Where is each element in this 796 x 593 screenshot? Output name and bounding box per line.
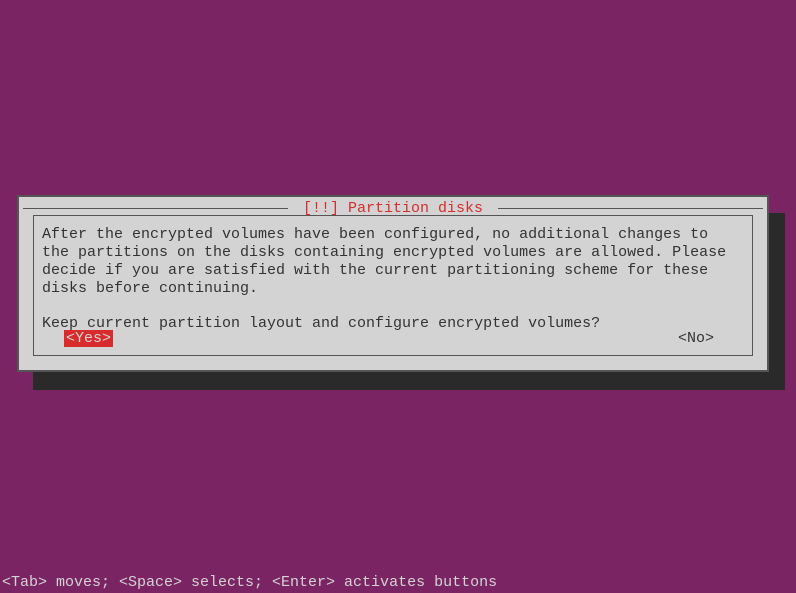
dialog-window: [!!] Partition disks After the encrypted… (17, 195, 769, 372)
title-line-left (23, 208, 288, 209)
no-button[interactable]: <No> (678, 330, 714, 347)
dialog-button-row: <Yes> <No> (42, 330, 744, 347)
yes-button[interactable]: <Yes> (64, 330, 113, 347)
dialog-paragraph-1: After the encrypted volumes have been co… (42, 226, 744, 298)
dialog-body: After the encrypted volumes have been co… (33, 215, 753, 356)
dialog-title: [!!] Partition disks (292, 200, 494, 217)
help-bar: <Tab> moves; <Space> selects; <Enter> ac… (2, 574, 497, 591)
title-line-right (498, 208, 763, 209)
